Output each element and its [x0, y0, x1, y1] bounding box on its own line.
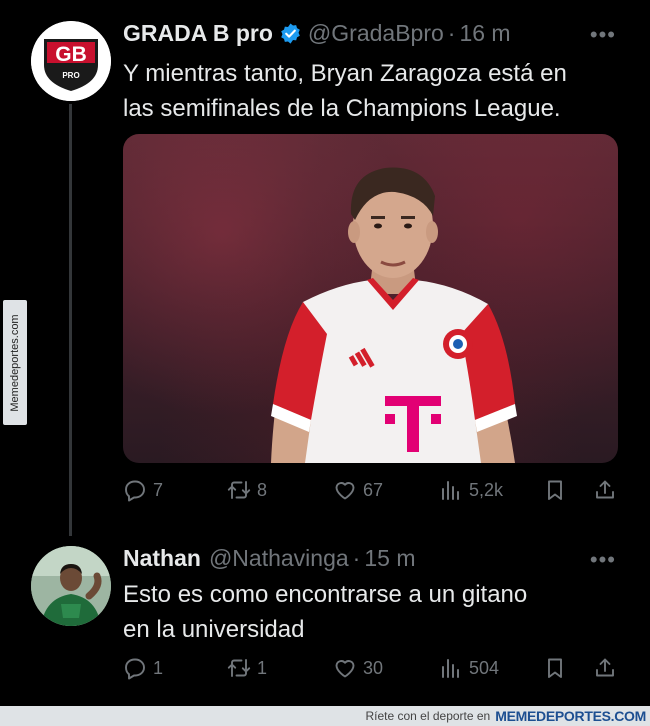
tweet1-views-button[interactable]: 5,2k — [439, 478, 503, 502]
tweet2-repost-count: 1 — [257, 657, 268, 678]
tweet2-views-button[interactable]: 504 — [439, 656, 499, 680]
tweet1-display-name[interactable]: GRADA B pro — [123, 20, 273, 47]
heart-icon — [335, 660, 355, 678]
tweet1-bookmark-button[interactable] — [543, 478, 567, 502]
tweet2-text-line1: Esto es como encontrarse a un gitano — [123, 581, 528, 608]
tweet2-like-button[interactable]: 30 — [333, 656, 383, 680]
tweet2-reply-button[interactable]: 1 — [123, 656, 163, 680]
tweet2-reply-count: 1 — [153, 657, 164, 678]
tweet1-reply-count: 7 — [153, 479, 164, 500]
tweet1-text-line1: Y mientras tanto, Bryan Zaragoza está en — [123, 60, 567, 87]
tweet2-display-name[interactable]: Nathan — [123, 545, 201, 572]
bottom-watermark-brand[interactable]: MEMEDEPORTES.COM — [495, 708, 646, 724]
heart-icon — [335, 482, 355, 500]
gradab-logo-text: GB — [55, 43, 87, 66]
tweet1-text: Y mientras tanto, Bryan Zaragoza está en… — [123, 56, 567, 126]
tweet2-time[interactable]: 15 m — [364, 545, 415, 572]
tweet1-header: GRADA B pro @GradaBpro · 16 m — [123, 20, 511, 47]
tweet1-action-bar: 7 8 67 5,2k — [123, 478, 618, 508]
side-watermark-text: Memedeportes.com — [9, 313, 21, 412]
tweet1-share-button[interactable] — [593, 478, 617, 502]
views-icon — [442, 659, 459, 678]
thread-line — [69, 104, 72, 536]
tweet1-like-button[interactable]: 67 — [333, 478, 383, 502]
side-watermark: Memedeportes.com — [3, 300, 27, 425]
tweet2-like-count: 30 — [363, 657, 384, 678]
tweet1-media-photo[interactable] — [123, 134, 618, 463]
tweet1-more-icon[interactable]: ••• — [590, 22, 616, 48]
tweet1-text-line2: las semifinales de la Champions League. — [123, 95, 561, 122]
tweet1-handle[interactable]: @GradaBpro — [308, 20, 444, 47]
tweet2-handle[interactable]: @Nathavinga — [209, 545, 349, 572]
bookmark-icon — [548, 658, 562, 678]
tweet2-bookmark-button[interactable] — [543, 656, 567, 680]
tweet2-header: Nathan @Nathavinga · 15 m — [123, 545, 415, 572]
repost-icon — [227, 481, 251, 499]
tweet2-text-line2: en la universidad — [123, 616, 305, 643]
tweet2-more-icon[interactable]: ••• — [590, 547, 616, 573]
reply-icon — [125, 658, 145, 680]
gradab-logo: GB PRO — [31, 21, 111, 101]
verified-badge-icon — [281, 23, 300, 44]
tweet1-time[interactable]: 16 m — [459, 20, 510, 47]
tweet1-separator: · — [447, 20, 456, 46]
tweet1-reply-button[interactable]: 7 — [123, 478, 163, 502]
tweet1-like-count: 67 — [363, 479, 384, 500]
tweet2-separator: · — [352, 545, 361, 571]
tweet2-repost-button[interactable]: 1 — [227, 656, 267, 680]
bottom-watermark: Ríete con el deporte en MEMEDEPORTES.COM — [0, 706, 650, 726]
reply-icon — [125, 480, 145, 502]
tweet1-repost-count: 8 — [257, 479, 268, 500]
gradab-logo-subtext: PRO — [62, 71, 79, 80]
nathan-avatar-image — [31, 546, 111, 626]
tweet2-action-bar: 1 1 30 504 — [123, 656, 618, 686]
bottom-watermark-text: Ríete con el deporte en — [365, 709, 491, 723]
tweet2-views-count: 504 — [469, 657, 500, 678]
repost-icon — [227, 659, 251, 677]
share-icon — [596, 480, 614, 499]
tweet1-repost-button[interactable]: 8 — [227, 478, 267, 502]
avatar-gradab[interactable]: GB PRO — [31, 21, 111, 101]
views-icon — [442, 481, 459, 500]
bookmark-icon — [548, 480, 562, 500]
avatar-nathan[interactable] — [31, 546, 111, 626]
tweet2-text: Esto es como encontrarse a un gitano en … — [123, 577, 527, 647]
share-icon — [596, 658, 614, 677]
tweet1-views-count: 5,2k — [469, 479, 504, 500]
tweet2-share-button[interactable] — [593, 656, 617, 680]
player-photo-illustration — [271, 167, 517, 463]
